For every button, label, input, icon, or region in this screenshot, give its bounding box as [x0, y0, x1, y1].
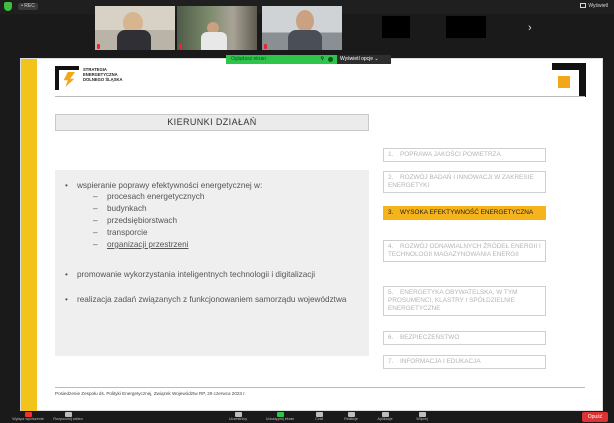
- mic-muted-icon: [264, 44, 267, 49]
- footer-divider: [55, 387, 585, 388]
- view-options-button[interactable]: Wyświetl opcje ⌄: [337, 55, 391, 64]
- participant-tile-2[interactable]: [177, 6, 257, 50]
- participants-button[interactable]: Uczestnicy: [220, 411, 256, 423]
- lightning-icon: [63, 72, 75, 87]
- mic-muted-icon: [179, 44, 182, 49]
- share-screen-button[interactable]: Udostępnij ekran: [260, 411, 300, 423]
- more-button[interactable]: Więcej: [410, 411, 434, 423]
- direction-item-2: 2. ROZWÓJ BADAŃ I INNOWACJI W ZAKRESIE EN…: [383, 171, 546, 193]
- sub-item: przedsiębiorstwach: [63, 215, 361, 227]
- share-status-label: Oglądasz ekran: [231, 56, 267, 62]
- direction-item-1: 1. POPRAWA JAKOŚCI POWIETRZA: [383, 148, 546, 162]
- meeting-info-badge[interactable]: • REC: [18, 3, 38, 10]
- chat-button[interactable]: Czat: [308, 411, 330, 423]
- view-label: Wyświetl: [588, 3, 608, 9]
- direction-item-6: 6. BEZPIECZEŃSTWO: [383, 331, 546, 345]
- sub-item: organizacji przestrzeni: [63, 239, 361, 251]
- start-video-button[interactable]: Rozpocznij wideo: [50, 411, 86, 423]
- record-icon[interactable]: [328, 57, 333, 62]
- direction-item-3-active: 3. WYSOKA EFEKTYWNOŚĆ ENERGETYCZNA: [383, 206, 546, 220]
- participant-body: [201, 32, 227, 50]
- shared-slide: STRATEGIA ENERGETYCZNA DOLNEGO ŚLĄSKA KI…: [20, 58, 603, 412]
- participant-tile-3[interactable]: [262, 6, 342, 50]
- participant-tile-5[interactable]: [446, 16, 486, 38]
- mic-muted-icon: [97, 44, 100, 49]
- corner-logo: [552, 63, 586, 97]
- view-button[interactable]: Wyświetl: [580, 2, 608, 11]
- meeting-toolbar: Wyłącz wyciszenie Rozpocznij wideo Uczes…: [0, 411, 614, 423]
- bullet-item: realizacja zadań związanych z funkcjonow…: [63, 294, 361, 305]
- pin-icon[interactable]: ⚲: [320, 55, 324, 64]
- direction-item-5: 5. ENERGETYKA OBYWATELSKA, W TYM PROSUMEN…: [383, 286, 546, 316]
- sub-item: procesach energetycznych: [63, 191, 361, 203]
- grid-icon: [580, 3, 587, 9]
- header-divider: [55, 96, 585, 97]
- direction-item-4: 4. ROZWÓJ ODNAWIALNYCH ŹRÓDEŁ ENERGII I T…: [383, 240, 546, 262]
- participant-face: [296, 10, 314, 32]
- share-status-banner: Oglądasz ekran ⚲: [226, 55, 337, 64]
- reactions-button[interactable]: Reakcje: [338, 411, 364, 423]
- sub-item: budynkach: [63, 203, 361, 215]
- slide-footer: Posiedzenie Zespołu ds. Polityki Energet…: [55, 391, 246, 396]
- chevron-right-icon[interactable]: ›: [528, 22, 532, 34]
- participant-body: [117, 30, 151, 50]
- strategy-logo: [55, 66, 79, 90]
- participant-tile-4[interactable]: [382, 16, 410, 38]
- direction-item-7: 7. INFORMACJA I EDUKACJA: [383, 355, 546, 369]
- slide-title: KIERUNKI DZIAŁAŃ: [55, 114, 369, 131]
- apps-button[interactable]: Aplikacje: [370, 411, 400, 423]
- participant-tile-1[interactable]: [95, 6, 175, 50]
- sub-item: transporcie: [63, 227, 361, 239]
- slide-accent-bar: [21, 59, 37, 412]
- unmute-button[interactable]: Wyłącz wyciszenie: [10, 411, 46, 423]
- leave-button[interactable]: Opuść: [582, 412, 608, 422]
- bullet-item: promowanie wykorzystania inteligentnych …: [63, 269, 361, 280]
- bullet-item: wspieranie poprawy efektywności energety…: [63, 180, 361, 191]
- content-panel: wspieranie poprawy efektywności energety…: [55, 170, 369, 356]
- participant-body: [288, 30, 322, 50]
- org-name: STRATEGIA ENERGETYCZNA DOLNEGO ŚLĄSKA: [83, 67, 123, 82]
- shield-icon[interactable]: [4, 2, 12, 11]
